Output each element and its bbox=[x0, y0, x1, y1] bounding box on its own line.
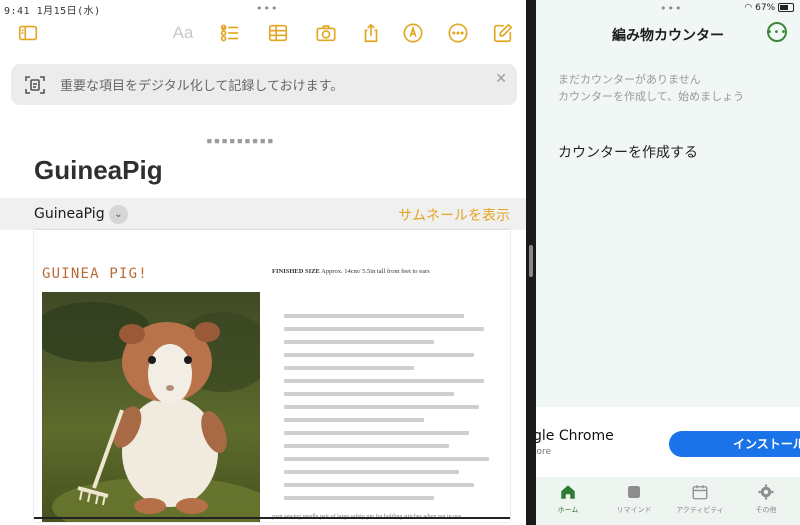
install-button[interactable]: インストール bbox=[669, 431, 800, 457]
document-headline: GUINEA PIG! bbox=[42, 266, 148, 282]
scan-tip-banner[interactable]: 重要な項目をデジタル化して記録しておけます。 ✕ bbox=[11, 64, 517, 105]
battery-icon bbox=[778, 3, 794, 12]
tab-bar: ホーム リマインド アクティビティ その他 bbox=[536, 477, 800, 525]
ad-store-label: tore bbox=[536, 447, 552, 457]
more-menu-icon[interactable]: ••• bbox=[767, 22, 787, 42]
tab-label: アクティビティ bbox=[676, 506, 724, 514]
attachment-name[interactable]: GuineaPig bbox=[34, 206, 105, 222]
ad-app-name: gle Chrome bbox=[536, 428, 614, 444]
checklist-icon[interactable] bbox=[217, 20, 243, 46]
note-title[interactable]: GuineaPig bbox=[34, 155, 163, 186]
multitask-dots-right[interactable]: ••• bbox=[660, 2, 682, 15]
pdf-attachment-preview[interactable]: GUINEA PIG! FINISHED SIZE Approx. 14cm/ … bbox=[34, 230, 510, 522]
gear-icon bbox=[757, 483, 775, 501]
guinea-pig-photo bbox=[42, 292, 260, 522]
table-icon[interactable] bbox=[265, 20, 291, 46]
calendar-icon bbox=[691, 483, 709, 501]
compose-icon[interactable] bbox=[490, 20, 516, 46]
tab-label: リマインド bbox=[616, 506, 652, 514]
document-bottom-edge bbox=[34, 517, 510, 519]
notes-toolbar: Aa bbox=[0, 20, 526, 48]
battery-percent: 67% bbox=[755, 3, 776, 13]
multitask-dots[interactable]: ••• bbox=[256, 2, 278, 15]
home-icon bbox=[559, 483, 577, 501]
wifi-icon: ◠ bbox=[744, 3, 753, 13]
tab-home[interactable]: ホーム bbox=[538, 483, 598, 515]
banner-text: 重要な項目をデジタル化して記録しておけます。 bbox=[60, 79, 344, 94]
tab-label: その他 bbox=[755, 506, 777, 514]
close-icon[interactable]: ✕ bbox=[495, 71, 507, 87]
status-battery: ◠ 67% bbox=[744, 3, 794, 13]
finished-size-value: Approx. 14cm/ 5.5in tall from feet to ea… bbox=[321, 268, 430, 275]
finished-size-label: FINISHED SIZE bbox=[272, 268, 320, 275]
markup-pen-icon[interactable] bbox=[400, 20, 426, 46]
status-bar: 9:41 1月15日(水) ••• bbox=[0, 0, 526, 18]
sidebar-toggle-icon[interactable] bbox=[15, 20, 41, 46]
chevron-down-icon[interactable]: ⌄ bbox=[109, 205, 128, 224]
status-time: 9:41 1月15日(水) bbox=[4, 6, 101, 17]
camera-icon[interactable] bbox=[313, 20, 339, 46]
app-title: 編み物カウンター bbox=[612, 28, 724, 44]
tab-activity[interactable]: アクティビティ bbox=[670, 483, 730, 515]
notes-pane: 9:41 1月15日(水) ••• Aa 重要な項目をデジタル化して記録しておけ… bbox=[0, 0, 526, 525]
more-options-icon[interactable] bbox=[445, 20, 471, 46]
share-icon[interactable] bbox=[358, 20, 384, 46]
knitting-counter-pane: ••• ◠ 67% 編み物カウンター ••• まだカウンターがありません カウン… bbox=[536, 0, 800, 525]
format-text-icon[interactable]: Aa bbox=[170, 20, 196, 46]
tab-other[interactable]: その他 bbox=[736, 483, 796, 515]
finished-size-text: FINISHED SIZE Approx. 14cm/ 5.5in tall f… bbox=[272, 268, 430, 275]
reminder-icon bbox=[625, 483, 643, 501]
attachment-header: GuineaPig ⌄ サムネールを表示 bbox=[0, 198, 526, 230]
pattern-instructions-redacted bbox=[284, 314, 494, 509]
empty-state-line2: カウンターを作成して、始めましょう bbox=[558, 90, 745, 103]
show-thumbnail-link[interactable]: サムネールを表示 bbox=[398, 205, 510, 225]
create-counter-button[interactable]: カウンターを作成する bbox=[558, 142, 698, 162]
ad-banner[interactable]: gle Chrome tore インストール bbox=[536, 407, 800, 477]
document-scan-icon bbox=[23, 73, 47, 97]
note-date: ▪▪▪▪▪▪▪▪▪ bbox=[206, 134, 275, 147]
tab-reminder[interactable]: リマインド bbox=[604, 483, 664, 515]
split-view-divider-handle[interactable] bbox=[529, 245, 533, 277]
empty-state-line1: まだカウンターがありません bbox=[558, 73, 701, 86]
tab-label: ホーム bbox=[557, 506, 579, 514]
